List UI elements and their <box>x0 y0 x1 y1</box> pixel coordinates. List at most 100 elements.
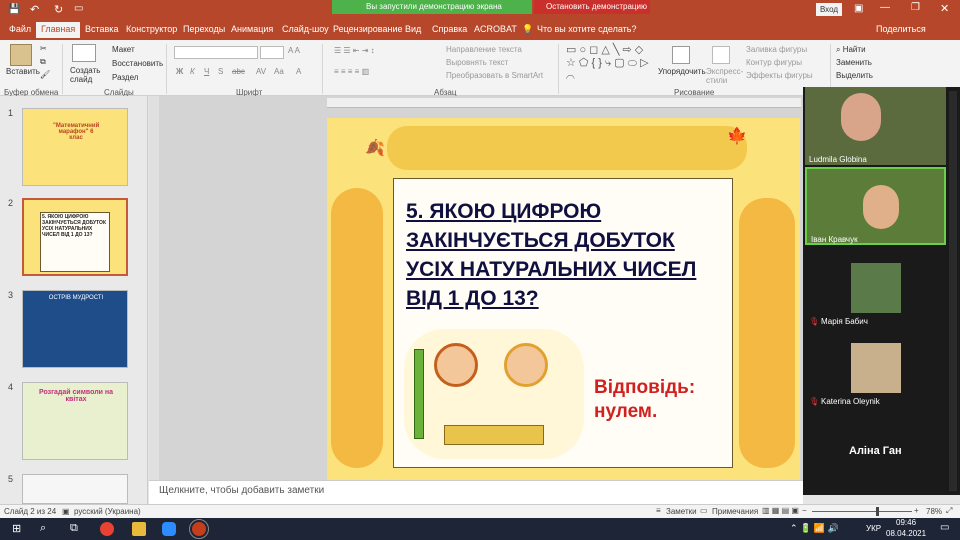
font-name-input[interactable] <box>174 46 258 59</box>
spellcheck-icon[interactable]: ▣ <box>62 507 70 516</box>
comments-toggle[interactable]: Примечания <box>712 507 758 516</box>
fit-to-window-icon[interactable]: ⤢ <box>946 506 952 516</box>
underline-icon[interactable]: Ч <box>204 67 209 76</box>
arrange-button[interactable]: Упорядочить <box>658 67 706 76</box>
slide-thumbnail-5[interactable] <box>22 474 128 504</box>
slide-thumbnail-1[interactable]: "Математичний марафон" 6 клас <box>22 108 128 186</box>
file-explorer-icon[interactable] <box>132 522 146 536</box>
participant-tile[interactable]: Іван Кравчук <box>805 167 946 245</box>
case-icon[interactable]: Aa <box>274 67 284 76</box>
shape-effects-button[interactable]: Эффекты фигуры <box>746 71 813 80</box>
text-direction-button[interactable]: Направление текста <box>446 45 522 54</box>
slide-thumbnail-3[interactable]: ОСТРІВ МУДРОСТІ <box>22 290 128 368</box>
redo-icon[interactable]: ↻ <box>54 3 63 16</box>
participant-tile[interactable]: 🎙 Katerina Oleynik <box>805 327 946 406</box>
ribbon-display-icon[interactable]: ▣ <box>854 3 863 14</box>
tab-acrobat[interactable]: ACROBAT <box>474 24 517 34</box>
section-button[interactable]: Раздел <box>112 73 138 82</box>
tab-design[interactable]: Конструктор <box>126 24 177 34</box>
zoom-out-icon[interactable]: − <box>802 506 807 515</box>
new-slide-icon[interactable] <box>72 44 96 62</box>
new-slide-button[interactable]: Создать слайд <box>70 66 100 84</box>
layout-button[interactable]: Макет <box>112 45 135 54</box>
tab-view[interactable]: Вид <box>405 24 421 34</box>
windows-start-icon[interactable]: ⊞ <box>12 522 21 535</box>
stop-share-button[interactable]: Остановить демонстрацию <box>534 0 650 14</box>
slide-thumbnail-4[interactable]: Розгадай символи на квітах <box>22 382 128 460</box>
participant-tile[interactable]: 🎙 Марія Бабич <box>805 247 946 326</box>
language-indicator[interactable]: русский (Украина) <box>74 507 141 516</box>
shape-outline-button[interactable]: Контур фигуры <box>746 58 802 67</box>
participants-scrollbar[interactable] <box>949 91 957 491</box>
bullets-icon[interactable]: ☰ ☰ ⇤ ⇥ ↕ <box>334 46 375 55</box>
bold-icon[interactable]: Ж <box>176 67 183 76</box>
input-language[interactable]: УКР <box>866 524 881 533</box>
powerpoint-icon[interactable] <box>189 519 209 539</box>
tab-insert[interactable]: Вставка <box>85 24 118 34</box>
notes-toggle[interactable]: Заметки <box>666 507 697 516</box>
minimize-icon[interactable]: — <box>880 2 890 13</box>
font-grow-icon[interactable]: A A <box>288 46 300 55</box>
font-color-icon[interactable]: A <box>296 67 301 76</box>
undo-icon[interactable]: ↶ <box>30 3 39 16</box>
paste-button[interactable]: Вставить <box>6 67 40 76</box>
slide-thumbnails-pane[interactable]: 1 "Математичний марафон" 6 клас 2 5. ЯКО… <box>0 96 148 504</box>
shape-fill-button[interactable]: Заливка фигуры <box>746 45 807 54</box>
paste-icon[interactable] <box>10 44 32 66</box>
zoom-app-icon[interactable] <box>162 522 176 536</box>
slide-thumbnail-2[interactable]: 5. ЯКОЮ ЦИФРОЮ ЗАКІНЧУЄТЬСЯ ДОБУТОК УСІХ… <box>22 198 128 276</box>
chrome-icon[interactable] <box>100 522 114 536</box>
shapes-gallery[interactable]: ▭ ○ ◻ △ ╲ ⇨ ◇ ☆ ⬠ { } ⤷ ▢ ⬭ ▷ ⌒ <box>566 44 652 83</box>
align-icons[interactable]: ≡ ≡ ≡ ≡ ▥ <box>334 67 369 76</box>
tray-icons[interactable]: ⌃ 🔋 📶 🔊 <box>790 523 839 534</box>
comments-icon[interactable]: ▭ <box>700 506 708 515</box>
save-icon[interactable]: 💾 <box>8 4 20 15</box>
tab-slideshow[interactable]: Слайд-шоу <box>282 24 329 34</box>
notes-pane[interactable]: Щелкните, чтобы добавить заметки <box>149 480 803 504</box>
italic-icon[interactable]: К <box>190 67 195 76</box>
participant-tile[interactable]: Ludmila Globina <box>805 87 946 165</box>
replace-button[interactable]: Заменить <box>836 58 872 67</box>
tab-animations[interactable]: Анимация <box>231 24 273 34</box>
tab-file[interactable]: Файл <box>9 24 31 34</box>
thumbnail-scrollbar[interactable] <box>149 96 159 480</box>
zoom-level[interactable]: 78% <box>926 507 942 516</box>
font-size-input[interactable] <box>260 46 284 59</box>
smartart-button[interactable]: Преобразовать в SmartArt <box>446 71 543 80</box>
align-text-button[interactable]: Выровнять текст <box>446 58 508 67</box>
copy-icon[interactable]: ⧉ <box>40 57 46 67</box>
maximize-icon[interactable]: ❐ <box>911 2 920 13</box>
reset-button[interactable]: Восстановить <box>112 59 163 68</box>
quick-styles-button[interactable]: Экспресс-стили <box>706 67 743 85</box>
shadow-icon[interactable]: S <box>218 67 223 76</box>
close-icon[interactable]: ✕ <box>940 2 949 15</box>
tab-home[interactable]: Главная <box>36 22 81 38</box>
login-button[interactable]: Вход <box>816 3 842 16</box>
clock-time[interactable]: 09:46 <box>896 518 916 527</box>
select-button[interactable]: Выделить <box>836 71 873 80</box>
share-button[interactable]: Поделиться <box>876 24 926 34</box>
quick-styles-icon[interactable] <box>712 46 730 64</box>
task-view-icon[interactable]: ⧉ <box>70 522 78 535</box>
participant-tile[interactable]: Аліна Ган <box>805 407 946 487</box>
cut-icon[interactable]: ✂ <box>40 44 47 53</box>
arrange-icon[interactable] <box>672 46 690 64</box>
view-buttons[interactable]: ▥ ▦ ▤ ▣ <box>762 506 799 515</box>
tell-me-search[interactable]: Что вы хотите сделать? <box>537 24 637 34</box>
find-button[interactable]: ⌕ Найти <box>836 45 866 55</box>
tab-help[interactable]: Справка <box>432 24 467 34</box>
question-card[interactable]: 5. ЯКОЮ ЦИФРОЮ ЗАКІНЧУЄТЬСЯ ДОБУТОК УСІХ… <box>393 178 733 468</box>
notifications-icon[interactable]: ▭ <box>940 522 949 533</box>
zoom-in-icon[interactable]: + <box>914 506 919 515</box>
format-painter-icon[interactable]: 🖌 <box>40 70 50 79</box>
tab-transitions[interactable]: Переходы <box>183 24 225 34</box>
notes-icon[interactable]: ≡ <box>656 506 661 515</box>
spacing-icon[interactable]: AV <box>256 67 266 76</box>
clock-date[interactable]: 08.04.2021 <box>886 529 926 538</box>
search-icon[interactable]: ⌕ <box>40 522 46 535</box>
start-slideshow-icon[interactable]: ▭ <box>74 3 83 14</box>
zoom-slider[interactable] <box>812 511 912 512</box>
zoom-slider-thumb[interactable] <box>876 507 879 516</box>
tab-review[interactable]: Рецензирование <box>333 24 403 34</box>
strikethrough-icon[interactable]: abc <box>232 67 245 76</box>
